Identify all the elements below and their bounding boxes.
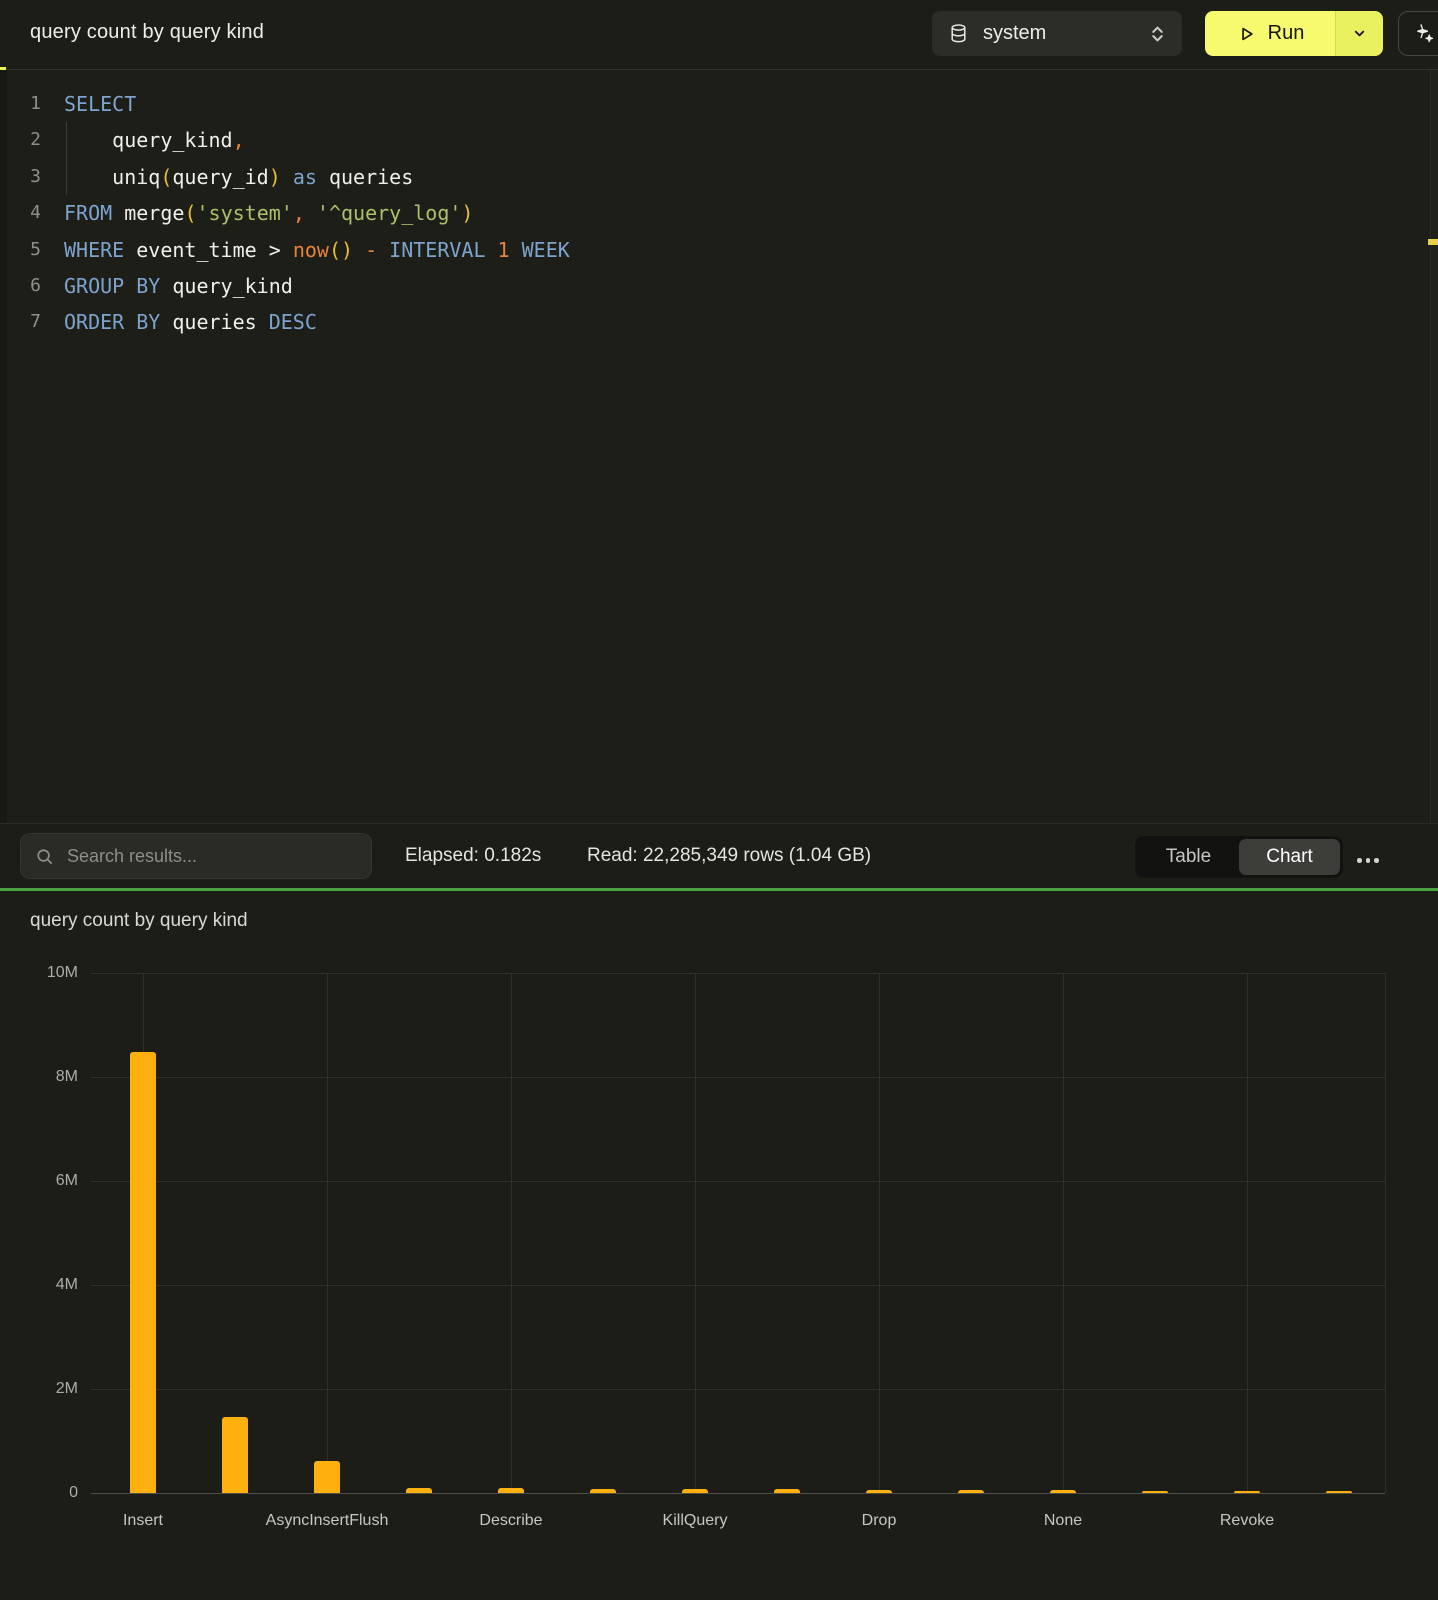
editor-scrollbar[interactable] [1430,70,1438,823]
code-line: 7 ORDER BY queries DESC [0,304,1418,340]
h-gridline [91,1181,1385,1182]
chevron-up-down-icon [1149,24,1166,44]
sparkles-icon [1412,22,1435,45]
v-gridline [695,973,696,1493]
h-gridline [91,1493,1385,1494]
code-text: GROUP BY query_kind [64,268,293,304]
code-line: 2 query_kind, [0,122,1418,158]
y-axis-tick-label: 6M [0,1172,78,1190]
bar-insert[interactable] [130,1052,156,1493]
y-axis-tick-label: 8M [0,1068,78,1086]
h-gridline [91,1389,1385,1390]
y-axis-tick-label: 10M [0,964,78,982]
h-gridline [91,1077,1385,1078]
bar[interactable] [958,1490,984,1493]
tab-table[interactable]: Table [1138,839,1239,875]
header: query count by query kind system Run [0,0,1438,70]
line-number: 7 [0,304,41,340]
database-icon [948,23,969,44]
run-button-group: Run [1205,11,1383,56]
v-gridline [327,973,328,1493]
v-gridline [1247,973,1248,1493]
search-results-input[interactable] [65,845,357,868]
format-query-button[interactable] [1398,11,1438,56]
y-axis-tick-label: 0 [0,1484,78,1502]
indent-guide [66,122,67,195]
bar[interactable] [1142,1491,1168,1493]
code-line: 6 GROUP BY query_kind [0,268,1418,304]
code-text: ORDER BY queries DESC [64,304,317,340]
tab-chart[interactable]: Chart [1239,839,1340,875]
line-number: 3 [0,159,41,195]
code-lines: 1SELECT2 query_kind,3 uniq(query_id) as … [0,86,1418,341]
bar[interactable] [590,1489,616,1493]
play-icon [1236,24,1256,44]
line-number: 2 [0,122,41,158]
ellipsis-icon [1366,858,1371,863]
run-button[interactable]: Run [1205,11,1335,56]
elapsed-stat: Elapsed: 0.182s [405,845,541,867]
page-title: query count by query kind [30,21,264,44]
bar-drop[interactable] [866,1490,892,1493]
bar-revoke[interactable] [1234,1491,1260,1493]
v-gridline [1385,973,1386,1493]
h-gridline [91,1285,1385,1286]
sql-editor[interactable]: 1SELECT2 query_kind,3 uniq(query_id) as … [0,70,1438,823]
y-axis-tick-label: 4M [0,1276,78,1294]
more-options-button[interactable] [1355,852,1381,869]
line-number: 6 [0,268,41,304]
bar-killquery[interactable] [682,1489,708,1493]
line-number: 5 [0,232,41,268]
h-gridline [91,973,1385,974]
code-text: FROM merge('system', '^query_log') [64,195,473,231]
line-number: 4 [0,195,41,231]
search-icon [35,847,54,866]
code-line: 4 FROM merge('system', '^query_log') [0,195,1418,231]
y-axis-tick-label: 2M [0,1380,78,1398]
read-stat: Read: 22,285,349 rows (1.04 GB) [587,845,871,867]
x-axis-category-label: Revoke [1137,1512,1357,1530]
bar[interactable] [1326,1491,1352,1493]
line-number: 1 [0,86,41,122]
ellipsis-icon [1357,858,1362,863]
search-box [20,833,372,879]
ellipsis-icon [1374,858,1379,863]
code-line: 5 WHERE event_time > now() - INTERVAL 1 W… [0,232,1418,268]
results-toolbar: Elapsed: 0.182s Read: 22,285,349 rows (1… [0,823,1438,888]
chart-panel: query count by query kind 02M4M6M8M10MIn… [0,891,1438,1600]
database-selector[interactable]: system [932,11,1182,56]
bar[interactable] [222,1417,248,1493]
v-gridline [879,973,880,1493]
code-text: query_kind, [64,122,245,158]
run-button-label: Run [1268,22,1305,45]
code-text: WHERE event_time > now() - INTERVAL 1 WE… [64,232,570,268]
code-line: 1 SELECT [0,86,1418,122]
v-gridline [511,973,512,1493]
code-line: 3 uniq(query_id) as queries [0,159,1418,195]
bar[interactable] [406,1488,432,1493]
bar-asyncinsertflush[interactable] [314,1461,340,1493]
database-selector-value: system [983,22,1046,45]
v-gridline [1063,973,1064,1493]
code-text: SELECT [64,86,136,122]
bar-describe[interactable] [498,1488,524,1493]
bar-chart: 02M4M6M8M10MInsertAsyncInsertFlushDescri… [0,891,1438,1600]
view-toggle: Table Chart [1135,836,1343,878]
run-options-button[interactable] [1335,11,1383,56]
code-text: uniq(query_id) as queries [64,159,413,195]
bar[interactable] [774,1489,800,1493]
scrollbar-decoration-marker [1428,239,1438,245]
bar-none[interactable] [1050,1490,1076,1493]
chevron-down-icon [1352,26,1367,41]
